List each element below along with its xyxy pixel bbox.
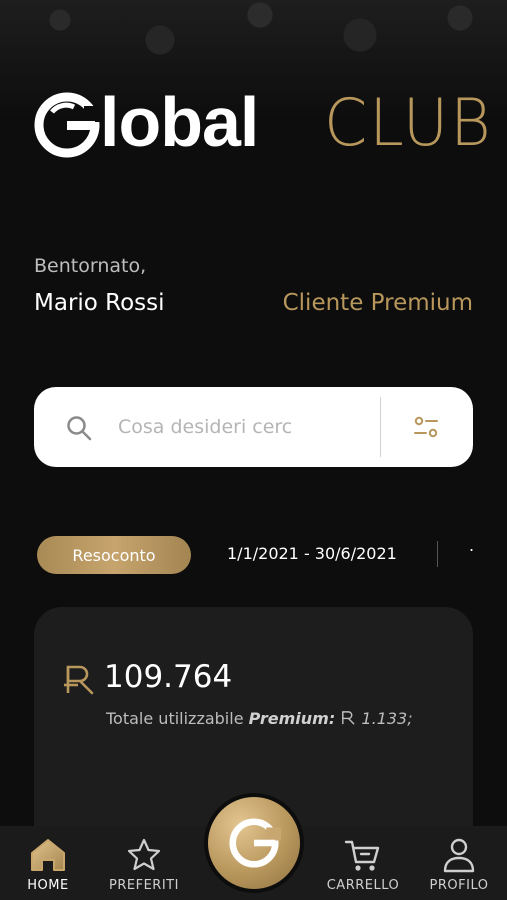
search-icon [67, 416, 92, 441]
nav-favorites-label: PREFERITI [109, 878, 179, 893]
balance-sub-label: Totale utilizzabile [106, 709, 244, 728]
premium-label: Premium: [248, 709, 336, 728]
nav-profile[interactable]: PROFILO [414, 836, 504, 893]
tab-next[interactable]: . [469, 536, 474, 555]
currency-icon [64, 665, 94, 695]
tab-separator [437, 541, 438, 567]
tab-date-range[interactable]: 1/1/2021 - 30/6/2021 [227, 544, 397, 563]
balance-subtitle: Totale utilizzabile Premium: 1.133; [106, 709, 413, 728]
g-logo-icon [229, 818, 281, 868]
profile-icon [443, 838, 475, 873]
membership-tier: Cliente Premium [282, 290, 473, 316]
nav-cart-label: CARRELLO [326, 878, 400, 893]
search-bar [34, 387, 473, 467]
cart-icon [344, 840, 380, 871]
premium-value: 1.133; [361, 709, 413, 728]
period-tabs: Resoconto 1/1/2021 - 30/6/2021 . [37, 536, 507, 574]
logo-text: lobal [100, 83, 259, 161]
nav-cart[interactable]: CARRELLO [318, 836, 408, 893]
user-name: Mario Rossi [34, 290, 165, 316]
search-input[interactable] [118, 409, 293, 445]
global-club-logo: lobal CLUB [34, 83, 491, 162]
home-icon [31, 839, 65, 871]
star-icon [127, 838, 161, 871]
g-logo-icon [34, 92, 100, 158]
filter-icon [414, 416, 438, 438]
nav-home[interactable]: HOME [3, 836, 93, 893]
center-club-button[interactable] [208, 797, 300, 889]
nav-home-label: HOME [27, 878, 69, 893]
tab-resoconto[interactable]: Resoconto [37, 536, 191, 574]
nav-favorites[interactable]: PREFERITI [99, 836, 189, 893]
greeting-text: Bentornato, [34, 255, 147, 277]
nav-profile-label: PROFILO [429, 878, 489, 893]
filter-button[interactable] [402, 409, 450, 445]
currency-small-icon [342, 711, 355, 725]
balance-amount: 109.764 [104, 659, 233, 695]
search-divider [380, 397, 381, 457]
logo-accent-text: CLUB [324, 84, 493, 161]
